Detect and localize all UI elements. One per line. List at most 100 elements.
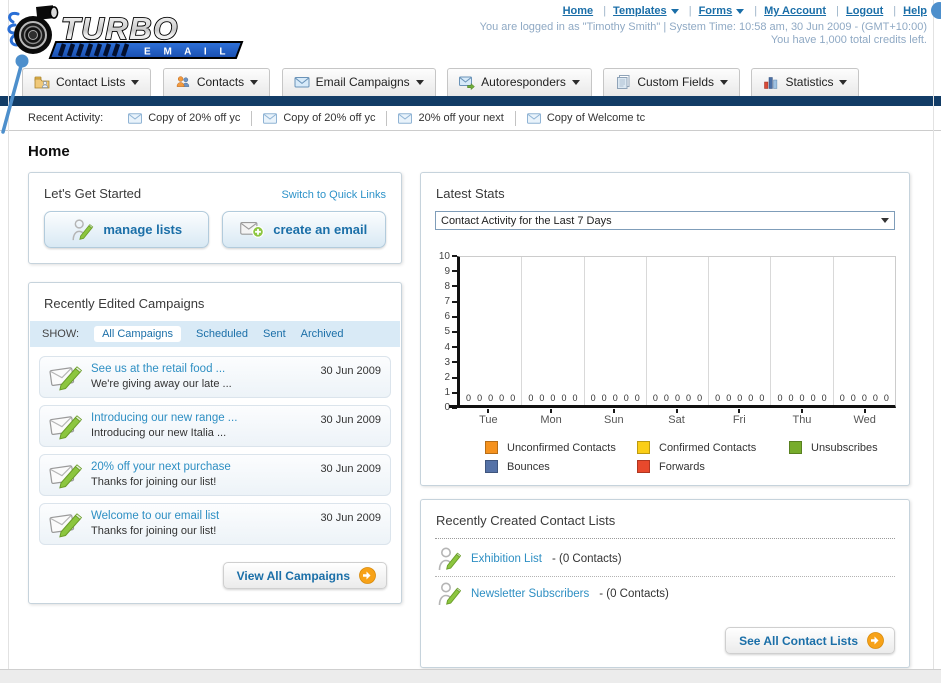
statistics-icon bbox=[763, 74, 779, 90]
person-pencil-icon bbox=[437, 546, 461, 572]
main-nav-tab[interactable]: Statistics bbox=[751, 68, 860, 96]
campaign-list-item: Introducing our new range ... Introducin… bbox=[39, 405, 391, 447]
top-nav-link[interactable]: My Account bbox=[764, 5, 826, 17]
campaign-subtitle: Thanks for joining our list! bbox=[91, 525, 217, 537]
envelope-pencil-icon bbox=[49, 460, 83, 490]
chevron-down-icon bbox=[839, 79, 848, 85]
tab-label: Statistics bbox=[785, 75, 834, 89]
main-nav-tab[interactable]: Autoresponders bbox=[447, 68, 592, 96]
recent-activity-item[interactable]: Copy of 20% off yc bbox=[117, 110, 253, 126]
contact-lists-title: Recently Created Contact Lists bbox=[436, 513, 616, 528]
main-nav-tab[interactable]: Contacts bbox=[162, 68, 271, 96]
recent-campaigns-panel: Recently Edited Campaigns SHOW: All Camp… bbox=[28, 282, 402, 604]
tab-label: Custom Fields bbox=[637, 75, 715, 89]
page: E M A I L TURBO Home Templates Forms My … bbox=[0, 0, 941, 683]
chevron-down-icon bbox=[131, 79, 140, 85]
campaign-list-item: See us at the retail food ... We're givi… bbox=[39, 356, 391, 398]
tab-label: Contacts bbox=[196, 75, 245, 89]
footer-strip bbox=[0, 669, 941, 683]
login-status-text: You are logged in as "Timothy Smith" | S… bbox=[479, 21, 927, 33]
campaign-title-link[interactable]: Welcome to our email list bbox=[91, 509, 219, 524]
envelope-icon bbox=[128, 112, 143, 124]
campaign-subtitle: Thanks for joining our list! bbox=[91, 476, 217, 488]
contact-list-link[interactable]: Newsletter Subscribers bbox=[471, 588, 589, 600]
chevron-down-icon bbox=[881, 218, 889, 223]
campaign-title-link[interactable]: 20% off your next purchase bbox=[91, 460, 231, 475]
campaign-filter-tab[interactable]: Archived bbox=[301, 328, 344, 340]
chevron-down-icon bbox=[670, 9, 679, 14]
campaign-filter-tab[interactable]: Scheduled bbox=[196, 328, 248, 340]
top-nav-link[interactable]: Forms bbox=[699, 5, 733, 17]
brand-logo[interactable]: E M A I L TURBO bbox=[6, 2, 254, 65]
credits-text: You have 1,000 total credits left. bbox=[770, 34, 927, 46]
turbo-logo-graphic: E M A I L TURBO bbox=[7, 5, 244, 59]
main-nav-tab[interactable]: Contact Lists bbox=[22, 68, 152, 96]
campaign-list-item: 20% off your next purchase Thanks for jo… bbox=[39, 454, 391, 496]
session-info: You are logged in as "Timothy Smith" | S… bbox=[480, 21, 927, 47]
campaign-date: 30 Jun 2009 bbox=[320, 512, 381, 524]
header: E M A I L TURBO Home Templates Forms My … bbox=[0, 0, 941, 62]
person-pencil-icon bbox=[437, 581, 461, 607]
get-started-panel: Let's Get Started Switch to Quick Links … bbox=[28, 172, 402, 264]
tab-label: Email Campaigns bbox=[315, 75, 410, 89]
top-nav-link[interactable]: Templates bbox=[613, 5, 667, 17]
brand-name-text: TURBO bbox=[61, 11, 179, 46]
get-started-button[interactable]: manage lists bbox=[44, 211, 209, 248]
campaign-filter-bar: SHOW: All Campaigns Scheduled Sent Archi… bbox=[30, 321, 400, 347]
show-label: SHOW: bbox=[42, 328, 80, 340]
contact-list-count: - (0 Contacts) bbox=[551, 552, 622, 565]
chart-legend: Unconfirmed Contacts Confirmed Contacts Un… bbox=[485, 441, 909, 473]
campaign-title-link[interactable]: See us at the retail food ... bbox=[91, 362, 232, 377]
chevron-down-icon bbox=[571, 79, 580, 85]
campaign-filter-tab[interactable]: All Campaigns bbox=[94, 326, 181, 342]
contact-lists-panel: Recently Created Contact Lists Exhibitio… bbox=[420, 499, 910, 668]
recent-activity-item[interactable]: 20% off your next bbox=[387, 110, 516, 126]
view-all-campaigns-button[interactable]: View All Campaigns bbox=[222, 562, 387, 589]
top-nav-link[interactable]: Help bbox=[903, 5, 927, 17]
recent-activity-label: Recent Activity: bbox=[28, 112, 104, 124]
main-nav-tab[interactable]: Email Campaigns bbox=[281, 68, 436, 96]
chart-x-labels: Tue Mon Sun Sat Fri Thu Wed bbox=[457, 409, 896, 426]
get-started-button[interactable]: create an email bbox=[221, 211, 386, 248]
campaign-date: 30 Jun 2009 bbox=[320, 365, 381, 377]
arrow-circle-icon bbox=[867, 632, 884, 649]
person-pencil-icon bbox=[70, 218, 94, 242]
top-nav-link[interactable]: Home bbox=[563, 5, 594, 17]
envelope-pencil-icon bbox=[49, 509, 83, 539]
envelope-icon bbox=[398, 112, 413, 124]
tab-label: Contact Lists bbox=[56, 75, 126, 89]
contact-list-item: Newsletter Subscribers - (0 Contacts) bbox=[435, 576, 895, 611]
contacts-icon bbox=[175, 74, 191, 90]
campaign-subtitle: We're giving away our late ... bbox=[91, 378, 232, 390]
top-nav-link[interactable]: Logout bbox=[846, 5, 883, 17]
see-all-contact-lists-button[interactable]: See All Contact Lists bbox=[725, 627, 895, 654]
campaigns-title: Recently Edited Campaigns bbox=[44, 296, 205, 311]
campaign-date: 30 Jun 2009 bbox=[320, 414, 381, 426]
email-campaigns-icon bbox=[294, 74, 310, 90]
recent-activity-item[interactable]: Copy of Welcome tc bbox=[516, 111, 656, 126]
campaign-title-link[interactable]: Introducing our new range ... bbox=[91, 411, 237, 426]
custom-fields-icon bbox=[615, 74, 631, 90]
envelope-plus-icon bbox=[240, 218, 265, 242]
envelope-pencil-icon bbox=[49, 411, 83, 441]
top-nav-item: Forms bbox=[682, 5, 745, 17]
contact-activity-chart: 10 9 8 7 6 5 4 3 2 1 0 000000000000000000000000000… bbox=[429, 251, 896, 426]
stats-period-select[interactable]: Contact Activity for the Last 7 Days bbox=[435, 211, 895, 230]
recent-activity-bar: Recent Activity: Copy of 20% off yc Copy… bbox=[0, 106, 941, 131]
arrow-circle-icon bbox=[359, 567, 376, 584]
main-nav-tab[interactable]: Custom Fields bbox=[603, 68, 741, 96]
get-started-title: Let's Get Started bbox=[44, 186, 142, 201]
top-nav-item: My Account bbox=[747, 5, 826, 17]
chevron-down-icon bbox=[720, 79, 729, 85]
campaign-filter-tab[interactable]: Sent bbox=[263, 328, 286, 340]
contact-list-link[interactable]: Exhibition List bbox=[471, 553, 542, 565]
envelope-icon bbox=[263, 112, 278, 124]
top-nav-item: Home bbox=[563, 5, 594, 17]
recent-activity-item[interactable]: Copy of 20% off yc bbox=[252, 110, 388, 126]
brand-sub-text: E M A I L bbox=[144, 47, 230, 58]
chevron-down-icon bbox=[415, 79, 424, 85]
switch-quick-links[interactable]: Switch to Quick Links bbox=[281, 189, 386, 201]
autoresponders-icon bbox=[459, 74, 476, 90]
campaign-list-item: Welcome to our email list Thanks for joi… bbox=[39, 503, 391, 545]
campaign-subtitle: Introducing our new Italia ... bbox=[91, 427, 227, 439]
